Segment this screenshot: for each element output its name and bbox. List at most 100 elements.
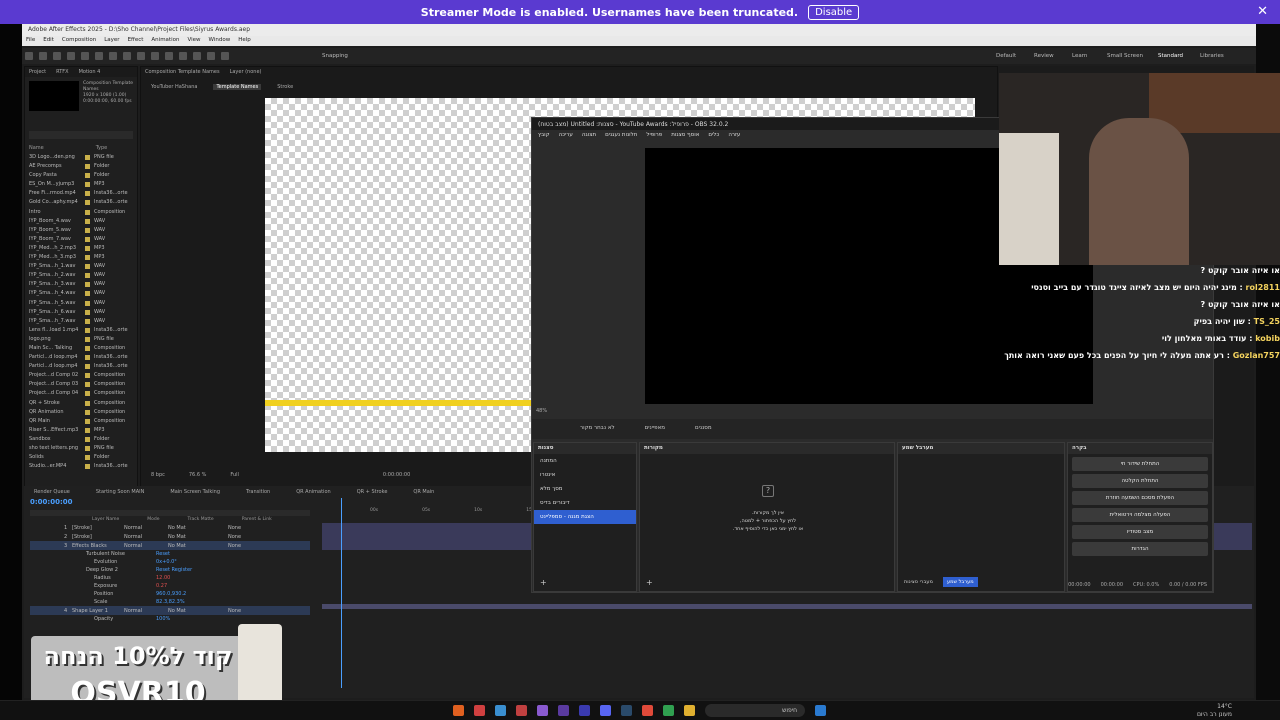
app-icon[interactable] [474,705,485,716]
add-scene-icon[interactable]: + [540,578,547,587]
home-icon[interactable] [25,52,33,60]
project-item[interactable]: Project...d Comp 02 Composition [29,371,137,380]
bpc-label[interactable]: 8 bpc [151,472,165,478]
project-item[interactable]: Particl...d loop.mp4 Insta36...orte [29,362,137,371]
timeline-timecode[interactable]: 0:00:00:00 [30,498,73,506]
workspace-default[interactable]: Default [996,53,1016,59]
app-icon[interactable] [663,705,674,716]
breadcrumb-stroke[interactable]: Stroke [277,84,293,90]
tab-main-screen[interactable]: Main Screen Talking [170,489,220,495]
prop-row[interactable]: Opacity 100% [30,615,310,623]
snapping-toggle[interactable]: Snapping [322,53,348,59]
settings-button[interactable]: הגדרות [1072,542,1208,556]
project-item[interactable]: Particl...d loop.mp4 Insta36...orte [29,353,137,362]
browser-icon[interactable] [642,705,653,716]
type-tool-icon[interactable] [151,52,159,60]
obs-menu-edit[interactable]: עריכה [559,132,573,139]
app-icon[interactable] [495,705,506,716]
hand-tool-icon[interactable] [53,52,61,60]
scene-item[interactable]: דיבורים בדיס [534,496,636,510]
zoom-dropdown[interactable]: 76.6 % [189,472,206,478]
project-item[interactable]: Intro Composition [29,208,137,217]
tab-composition[interactable]: Composition Template Names [145,69,220,75]
discord-icon[interactable] [600,705,611,716]
project-item[interactable]: IYP_Med...h_3.mp3 MP3 [29,253,137,262]
project-item[interactable]: QR Main Composition [29,417,137,426]
obs-menu-tools[interactable]: כלים [708,132,719,139]
tab-qr-stroke[interactable]: QR + Stroke [357,489,388,495]
project-item[interactable]: AE Precomps Folder [29,162,137,171]
project-item[interactable]: IYP_Sma...h_5.wav WAV [29,299,137,308]
menu-effect[interactable]: Effect [128,37,144,45]
project-item[interactable]: Lens fl...load 1.mp4 Insta36...orte [29,326,137,335]
project-item[interactable]: Free Fi...rmod.mp4 Insta36...orte [29,189,137,198]
pan-behind-tool-icon[interactable] [109,52,117,60]
project-item[interactable]: QR Animation Composition [29,408,137,417]
rectangle-tool-icon[interactable] [123,52,131,60]
prop-row[interactable]: Evolution 0x+0.0° [30,558,310,566]
selection-tool-icon[interactable] [39,52,47,60]
obs-zoom-label[interactable]: 48% [536,408,547,414]
obs-menu-docks[interactable]: חלונות נעגנים [605,132,637,139]
add-source-icon[interactable]: + [646,578,653,587]
tab-transition[interactable]: Transition [246,489,270,495]
app-icon[interactable] [453,705,464,716]
timeline-search-input[interactable] [30,510,310,516]
project-item[interactable]: IYP_Sma...h_6.wav WAV [29,308,137,317]
tab-rtfx[interactable]: RTFX [56,69,68,75]
properties-button[interactable]: מאפיינים [645,425,665,433]
obs-menu-view[interactable]: תצוגה [582,132,596,139]
obs-menu-file[interactable]: קובץ [538,132,550,139]
filters-button[interactable]: מסננים [695,425,712,433]
eraser-tool-icon[interactable] [193,52,201,60]
viewer-timecode[interactable]: 0:00:00:00 [383,472,410,478]
obs-menu-scene-collection[interactable]: אוסף סצנות [671,132,699,139]
disable-button[interactable]: Disable [808,4,860,20]
after-effects-icon[interactable] [537,705,548,716]
brush-tool-icon[interactable] [165,52,173,60]
workspace-small-screen[interactable]: Small Screen [1107,53,1143,59]
project-item[interactable]: QR + Stroke Composition [29,399,137,408]
prop-row[interactable]: Deep Glow 2 Reset Register [30,566,310,574]
menu-composition[interactable]: Composition [62,37,96,45]
puppet-tool-icon[interactable] [221,52,229,60]
zoom-tool-icon[interactable] [67,52,75,60]
obs-menu-help[interactable]: עזרה [728,132,740,139]
layer-row[interactable]: 1 [Stroke] Normal No Mat None [30,523,310,532]
menu-help[interactable]: Help [238,37,251,45]
scene-item[interactable]: אינטרו [534,468,636,482]
project-item[interactable]: Copy Pasta Folder [29,171,137,180]
menu-edit[interactable]: Edit [43,37,54,45]
project-item[interactable]: IYP_Boom_7.wav WAV [29,235,137,244]
tab-motion[interactable]: Motion 4 [79,69,101,75]
quality-dropdown[interactable]: Full [230,472,239,478]
shape-layer-bar[interactable] [322,604,1252,609]
project-item[interactable]: IYP_Sma...h_2.wav WAV [29,271,137,280]
taskbar-search-input[interactable]: חיפוש [705,704,805,717]
replay-buffer-button[interactable]: הפעלת מסכם השמעה חוזרת [1072,491,1208,505]
camera-tool-icon[interactable] [95,52,103,60]
prop-row[interactable]: Scale 82.3,82.3% [30,598,310,606]
workspace-standard[interactable]: Standard [1158,53,1183,59]
project-item[interactable]: IYP_Sma...h_4.wav WAV [29,289,137,298]
scene-item[interactable]: מסך מלא [534,482,636,496]
windows-start-icon[interactable] [815,705,826,716]
column-name[interactable]: Name [29,145,44,151]
app-icon[interactable] [516,705,527,716]
project-item[interactable]: IYP_Sma...h_7.wav WAV [29,317,137,326]
column-type[interactable]: Type [96,145,107,151]
menu-file[interactable]: File [26,37,35,45]
workspace-learn[interactable]: Learn [1072,53,1087,59]
prop-row[interactable]: Radius 12.00 [30,574,310,582]
tab-starting-soon[interactable]: Starting Soon MAIN [96,489,145,495]
close-icon[interactable]: ✕ [1257,4,1268,19]
project-item[interactable]: IYP_Sma...h_3.wav WAV [29,280,137,289]
project-item[interactable]: IYP_Sma...h_1.wav WAV [29,262,137,271]
steam-icon[interactable] [621,705,632,716]
project-item[interactable]: Gold Co...aphy.mp4 Insta36...orte [29,198,137,207]
layer-row[interactable]: 4 Shape Layer 1 Normal No Mat None [30,606,310,615]
breadcrumb-youtuber[interactable]: YouTuber HaShana [151,84,197,90]
project-item[interactable]: Project...d Comp 03 Composition [29,380,137,389]
file-explorer-icon[interactable] [684,705,695,716]
roto-tool-icon[interactable] [207,52,215,60]
